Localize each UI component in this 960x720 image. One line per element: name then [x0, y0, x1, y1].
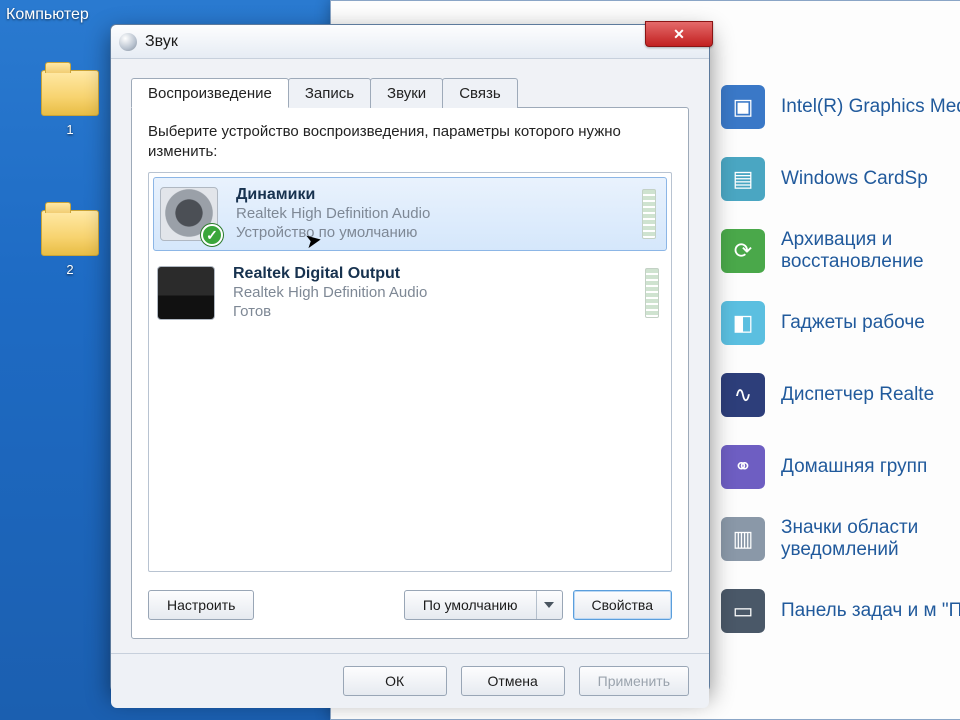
titlebar[interactable]: Звук — [111, 25, 709, 59]
apply-button[interactable]: Применить — [579, 666, 689, 696]
folder-icon — [41, 210, 99, 256]
cp-item-graphics[interactable]: ▣ Intel(R) Graphics Media — [721, 71, 960, 143]
cp-item-label: Intel(R) Graphics Media — [781, 96, 960, 118]
backup-icon: ⟳ — [721, 229, 765, 273]
cp-item-label: Панель задач и м "Пуск" — [781, 600, 960, 622]
desktop-computer-label: Компьютер — [6, 6, 89, 24]
tab-sounds[interactable]: Звуки — [370, 78, 443, 108]
cancel-button[interactable]: Отмена — [461, 666, 565, 696]
speaker-icon: ✓ — [160, 187, 218, 241]
device-status: Готов — [233, 302, 645, 321]
device-status: Устройство по умолчанию — [236, 223, 642, 242]
cp-item-label: Архивация и восстановление — [781, 229, 960, 273]
tab-strip: Воспроизведение Запись Звуки Связь — [131, 77, 689, 107]
tab-recording[interactable]: Запись — [288, 78, 371, 108]
set-default-button[interactable]: По умолчанию — [404, 590, 563, 620]
properties-button[interactable]: Свойства — [573, 590, 672, 620]
monitor-icon: ▣ — [721, 85, 765, 129]
wave-icon: ∿ — [721, 373, 765, 417]
homegroup-icon: ⚭ — [721, 445, 765, 489]
cp-item-tray[interactable]: ▥ Значки области уведомлений — [721, 503, 960, 575]
configure-button[interactable]: Настроить — [148, 590, 254, 620]
gadget-icon: ◧ — [721, 301, 765, 345]
desktop-icon-label: 1 — [30, 122, 110, 137]
card-icon: ▤ — [721, 157, 765, 201]
cp-item-homegroup[interactable]: ⚭ Домашняя групп — [721, 431, 960, 503]
tab-comm[interactable]: Связь — [442, 78, 517, 108]
cp-item-taskbar[interactable]: ▭ Панель задач и м "Пуск" — [721, 575, 960, 647]
cp-item-label: Гаджеты рабоче — [781, 312, 925, 334]
tray-icon: ▥ — [721, 517, 765, 561]
cp-item-label: Диспетчер Realte — [781, 384, 934, 406]
dialog-footer: ОК Отмена Применить — [111, 653, 709, 708]
taskbar-icon: ▭ — [721, 589, 765, 633]
level-meter — [642, 189, 656, 239]
close-icon: ✕ — [673, 26, 685, 43]
cp-item-label: Домашняя групп — [781, 456, 927, 478]
desktop-icon-label: 2 — [30, 262, 110, 277]
device-driver: Realtek High Definition Audio — [236, 204, 642, 223]
digital-output-icon — [157, 266, 215, 320]
tab-playback[interactable]: Воспроизведение — [131, 78, 289, 108]
device-item-digital[interactable]: Realtek Digital Output Realtek High Defi… — [149, 255, 671, 332]
ok-button[interactable]: ОК — [343, 666, 447, 696]
device-driver: Realtek High Definition Audio — [233, 283, 645, 302]
desktop-folder-1[interactable]: 1 — [30, 70, 110, 137]
chevron-down-icon[interactable] — [536, 591, 562, 619]
folder-icon — [41, 70, 99, 116]
close-button[interactable]: ✕ — [645, 21, 713, 47]
device-name: Динамики — [236, 186, 642, 204]
cp-item-gadgets[interactable]: ◧ Гаджеты рабоче — [721, 287, 960, 359]
cp-item-cardspace[interactable]: ▤ Windows CardSp — [721, 143, 960, 215]
device-item-speakers[interactable]: ✓ Динамики Realtek High Definition Audio… — [153, 177, 667, 251]
instruction-text: Выберите устройство воспроизведения, пар… — [148, 122, 672, 162]
cp-item-label: Значки области уведомлений — [781, 517, 960, 561]
device-list[interactable]: ✓ Динамики Realtek High Definition Audio… — [148, 172, 672, 572]
cp-item-backup[interactable]: ⟳ Архивация и восстановление — [721, 215, 960, 287]
device-name: Realtek Digital Output — [233, 265, 645, 283]
cp-item-label: Windows CardSp — [781, 168, 928, 190]
default-check-icon: ✓ — [201, 224, 223, 246]
set-default-label: По умолчанию — [405, 597, 536, 613]
cp-item-realtek[interactable]: ∿ Диспетчер Realte — [721, 359, 960, 431]
sound-dialog: Звук ✕ Воспроизведение Запись Звуки Связ… — [110, 24, 710, 692]
level-meter — [645, 268, 659, 318]
dialog-title: Звук — [145, 33, 178, 51]
sound-app-icon — [119, 33, 137, 51]
desktop-folder-2[interactable]: 2 — [30, 210, 110, 277]
tab-panel-playback: Выберите устройство воспроизведения, пар… — [131, 107, 689, 639]
